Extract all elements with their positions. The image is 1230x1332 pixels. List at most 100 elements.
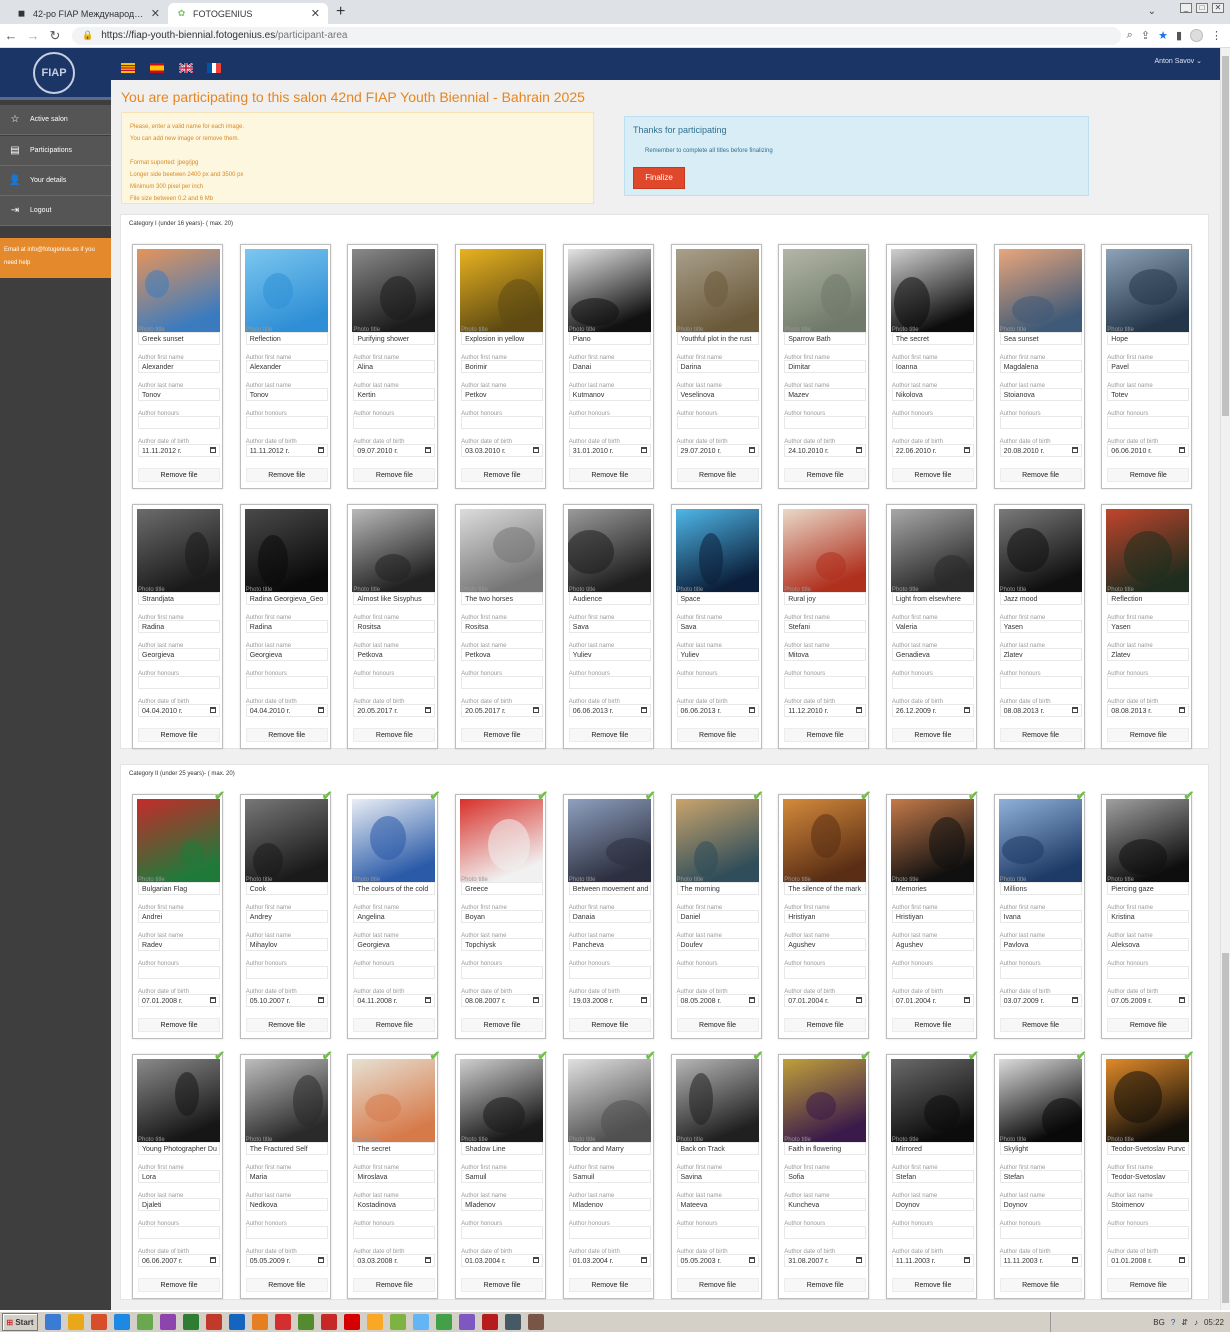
calendar-icon[interactable] — [856, 1257, 863, 1263]
author-dob-input[interactable]: 03.03.2010 г. — [461, 444, 544, 457]
author-honours-input[interactable] — [461, 676, 544, 689]
author-dob-input[interactable]: 11.11.2012 г. — [138, 444, 220, 457]
author-honours-input[interactable] — [353, 416, 436, 429]
author-first-name-input[interactable]: Hristiyan — [891, 910, 974, 923]
author-last-name-input[interactable]: Petkova — [461, 648, 544, 661]
calendar-icon[interactable] — [317, 997, 324, 1003]
taskbar-app-icon[interactable] — [206, 1314, 222, 1330]
author-first-name-input[interactable]: Borimir — [461, 360, 544, 373]
taskbar-app-icon[interactable] — [321, 1314, 337, 1330]
author-first-name-input[interactable]: Boyan — [461, 910, 544, 923]
photo-thumbnail[interactable] — [783, 799, 867, 882]
author-last-name-input[interactable]: Zlatev — [1107, 648, 1190, 661]
photo-thumbnail[interactable] — [460, 509, 544, 592]
author-first-name-input[interactable]: Rositsa — [353, 620, 436, 633]
remove-file-button[interactable]: Remove file — [676, 1018, 759, 1032]
remove-file-button[interactable]: Remove file — [138, 1278, 220, 1292]
photo-thumbnail[interactable] — [137, 799, 220, 882]
author-last-name-input[interactable]: Georgieva — [138, 648, 220, 661]
minimize-icon[interactable]: _ — [1180, 3, 1192, 13]
author-dob-input[interactable]: 24.10.2010 г. — [784, 444, 867, 457]
photo-thumbnail[interactable] — [244, 249, 328, 332]
author-honours-input[interactable] — [999, 1226, 1082, 1239]
taskbar-app-icon[interactable] — [413, 1314, 429, 1330]
photo-title-input[interactable]: Youthful plot in the rust — [676, 332, 759, 345]
remove-file-button[interactable]: Remove file — [568, 1018, 651, 1032]
author-honours-input[interactable] — [461, 1226, 544, 1239]
author-first-name-input[interactable]: Andrey — [245, 910, 328, 923]
calendar-icon[interactable] — [1071, 997, 1078, 1003]
author-dob-input[interactable]: 11.11.2003 г. — [891, 1254, 974, 1267]
author-honours-input[interactable] — [353, 966, 436, 979]
author-last-name-input[interactable]: Mladenov — [461, 1198, 544, 1211]
photo-title-input[interactable]: Greek sunset — [138, 332, 220, 345]
author-honours-input[interactable] — [568, 676, 651, 689]
photo-thumbnail[interactable] — [783, 509, 867, 592]
author-honours-input[interactable] — [138, 1226, 220, 1239]
author-last-name-input[interactable]: Mateeva — [676, 1198, 759, 1211]
author-honours-input[interactable] — [568, 966, 651, 979]
author-dob-input[interactable]: 06.06.2007 г. — [138, 1254, 220, 1267]
author-last-name-input[interactable]: Petkov — [461, 388, 544, 401]
photo-thumbnail[interactable] — [567, 1059, 651, 1142]
calendar-icon[interactable] — [425, 1257, 432, 1263]
photo-title-input[interactable]: Teodor-Svetoslav Purvc — [1107, 1142, 1190, 1155]
photo-title-input[interactable]: The Fractured Self — [245, 1142, 328, 1155]
photo-title-input[interactable]: Sea sunset — [999, 332, 1082, 345]
author-first-name-input[interactable]: Daniel — [676, 910, 759, 923]
photo-title-input[interactable]: Explosion in yellow — [461, 332, 544, 345]
photo-title-input[interactable]: Skylight — [999, 1142, 1082, 1155]
taskbar-app-icon[interactable] — [390, 1314, 406, 1330]
photo-title-input[interactable]: Back on Track — [676, 1142, 759, 1155]
network-icon[interactable]: ⇵ — [1181, 1318, 1188, 1327]
remove-file-button[interactable]: Remove file — [353, 1278, 436, 1292]
photo-thumbnail[interactable] — [567, 509, 651, 592]
remove-file-button[interactable]: Remove file — [676, 1278, 759, 1292]
author-dob-input[interactable]: 06.06.2013 г. — [676, 704, 759, 717]
author-last-name-input[interactable]: Mladenov — [568, 1198, 651, 1211]
author-honours-input[interactable] — [138, 966, 220, 979]
taskbar-app-icon[interactable] — [528, 1314, 544, 1330]
author-last-name-input[interactable]: Stoimenov — [1107, 1198, 1190, 1211]
author-last-name-input[interactable]: Pavlova — [999, 938, 1082, 951]
author-dob-input[interactable]: 22.06.2010 г. — [891, 444, 974, 457]
photo-thumbnail[interactable] — [998, 509, 1082, 592]
taskbar-app-icon[interactable] — [68, 1314, 84, 1330]
calendar-icon[interactable] — [640, 1257, 647, 1263]
author-dob-input[interactable]: 06.06.2010 г. — [1107, 444, 1190, 457]
calendar-icon[interactable] — [317, 707, 324, 713]
remove-file-button[interactable]: Remove file — [1107, 1018, 1190, 1032]
photo-thumbnail[interactable] — [352, 1059, 436, 1142]
author-first-name-input[interactable]: Ioanna — [891, 360, 974, 373]
photo-title-input[interactable]: Audience — [568, 592, 651, 605]
calendar-icon[interactable] — [963, 707, 970, 713]
remove-file-button[interactable]: Remove file — [784, 1278, 867, 1292]
author-dob-input[interactable]: 04.11.2008 г. — [353, 994, 436, 1007]
photo-title-input[interactable]: Sparrow Bath — [784, 332, 867, 345]
photo-title-input[interactable]: The morning — [676, 882, 759, 895]
photo-title-input[interactable]: Between movement and — [568, 882, 651, 895]
calendar-icon[interactable] — [210, 997, 216, 1003]
author-last-name-input[interactable]: Nedkova — [245, 1198, 328, 1211]
photo-title-input[interactable]: The colours of the cold — [353, 882, 436, 895]
author-honours-input[interactable] — [676, 416, 759, 429]
photo-thumbnail[interactable] — [567, 249, 651, 332]
author-last-name-input[interactable]: Doynov — [891, 1198, 974, 1211]
photo-title-input[interactable]: Strandjata — [138, 592, 220, 605]
author-first-name-input[interactable]: Valeria — [891, 620, 974, 633]
photo-title-input[interactable]: Cook — [245, 882, 328, 895]
author-dob-input[interactable]: 26.12.2009 г. — [891, 704, 974, 717]
author-last-name-input[interactable]: Aleksova — [1107, 938, 1190, 951]
author-dob-input[interactable]: 03.03.2008 г. — [353, 1254, 436, 1267]
author-dob-input[interactable]: 07.01.2004 г. — [784, 994, 867, 1007]
taskbar-app-icon[interactable] — [91, 1314, 107, 1330]
remove-file-button[interactable]: Remove file — [891, 728, 974, 742]
share-icon[interactable]: ⇪ — [1141, 29, 1150, 42]
author-honours-input[interactable] — [1107, 676, 1190, 689]
author-last-name-input[interactable]: Georgieva — [245, 648, 328, 661]
calendar-icon[interactable] — [856, 447, 863, 453]
author-honours-input[interactable] — [784, 1226, 867, 1239]
author-last-name-input[interactable]: Veselinova — [676, 388, 759, 401]
remove-file-button[interactable]: Remove file — [1107, 468, 1190, 482]
author-last-name-input[interactable]: Mihaylov — [245, 938, 328, 951]
